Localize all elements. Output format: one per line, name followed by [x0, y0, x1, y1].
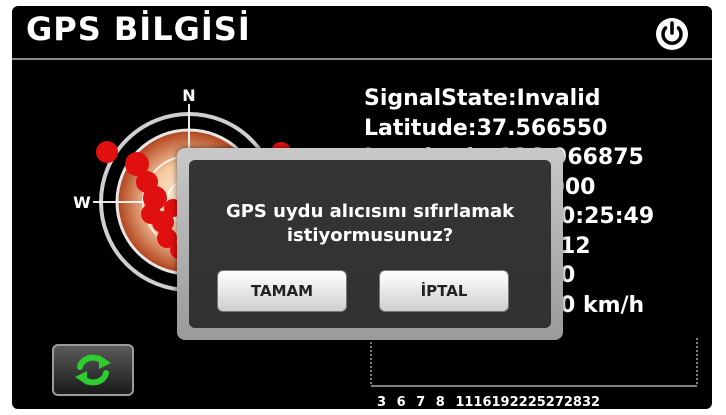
ok-button[interactable]: TAMAM [217, 270, 347, 312]
cancel-button[interactable]: İPTAL [379, 270, 509, 312]
gps-screen: GPS BİLGİSİ N W SignalState:Invalid Lati… [12, 6, 712, 409]
dialog-message: GPS uydu alıcısını sıfırlamak istiyormus… [189, 200, 551, 248]
reset-confirm-dialog: GPS uydu alıcısını sıfırlamak istiyormus… [177, 148, 563, 340]
dialog-message-line2: istiyormusunuz? [286, 225, 454, 246]
dialog-body: GPS uydu alıcısını sıfırlamak istiyormus… [189, 160, 551, 328]
dialog-message-line1: GPS uydu alıcısını sıfırlamak [225, 201, 515, 222]
modal-overlay: GPS uydu alıcısını sıfırlamak istiyormus… [12, 6, 712, 409]
